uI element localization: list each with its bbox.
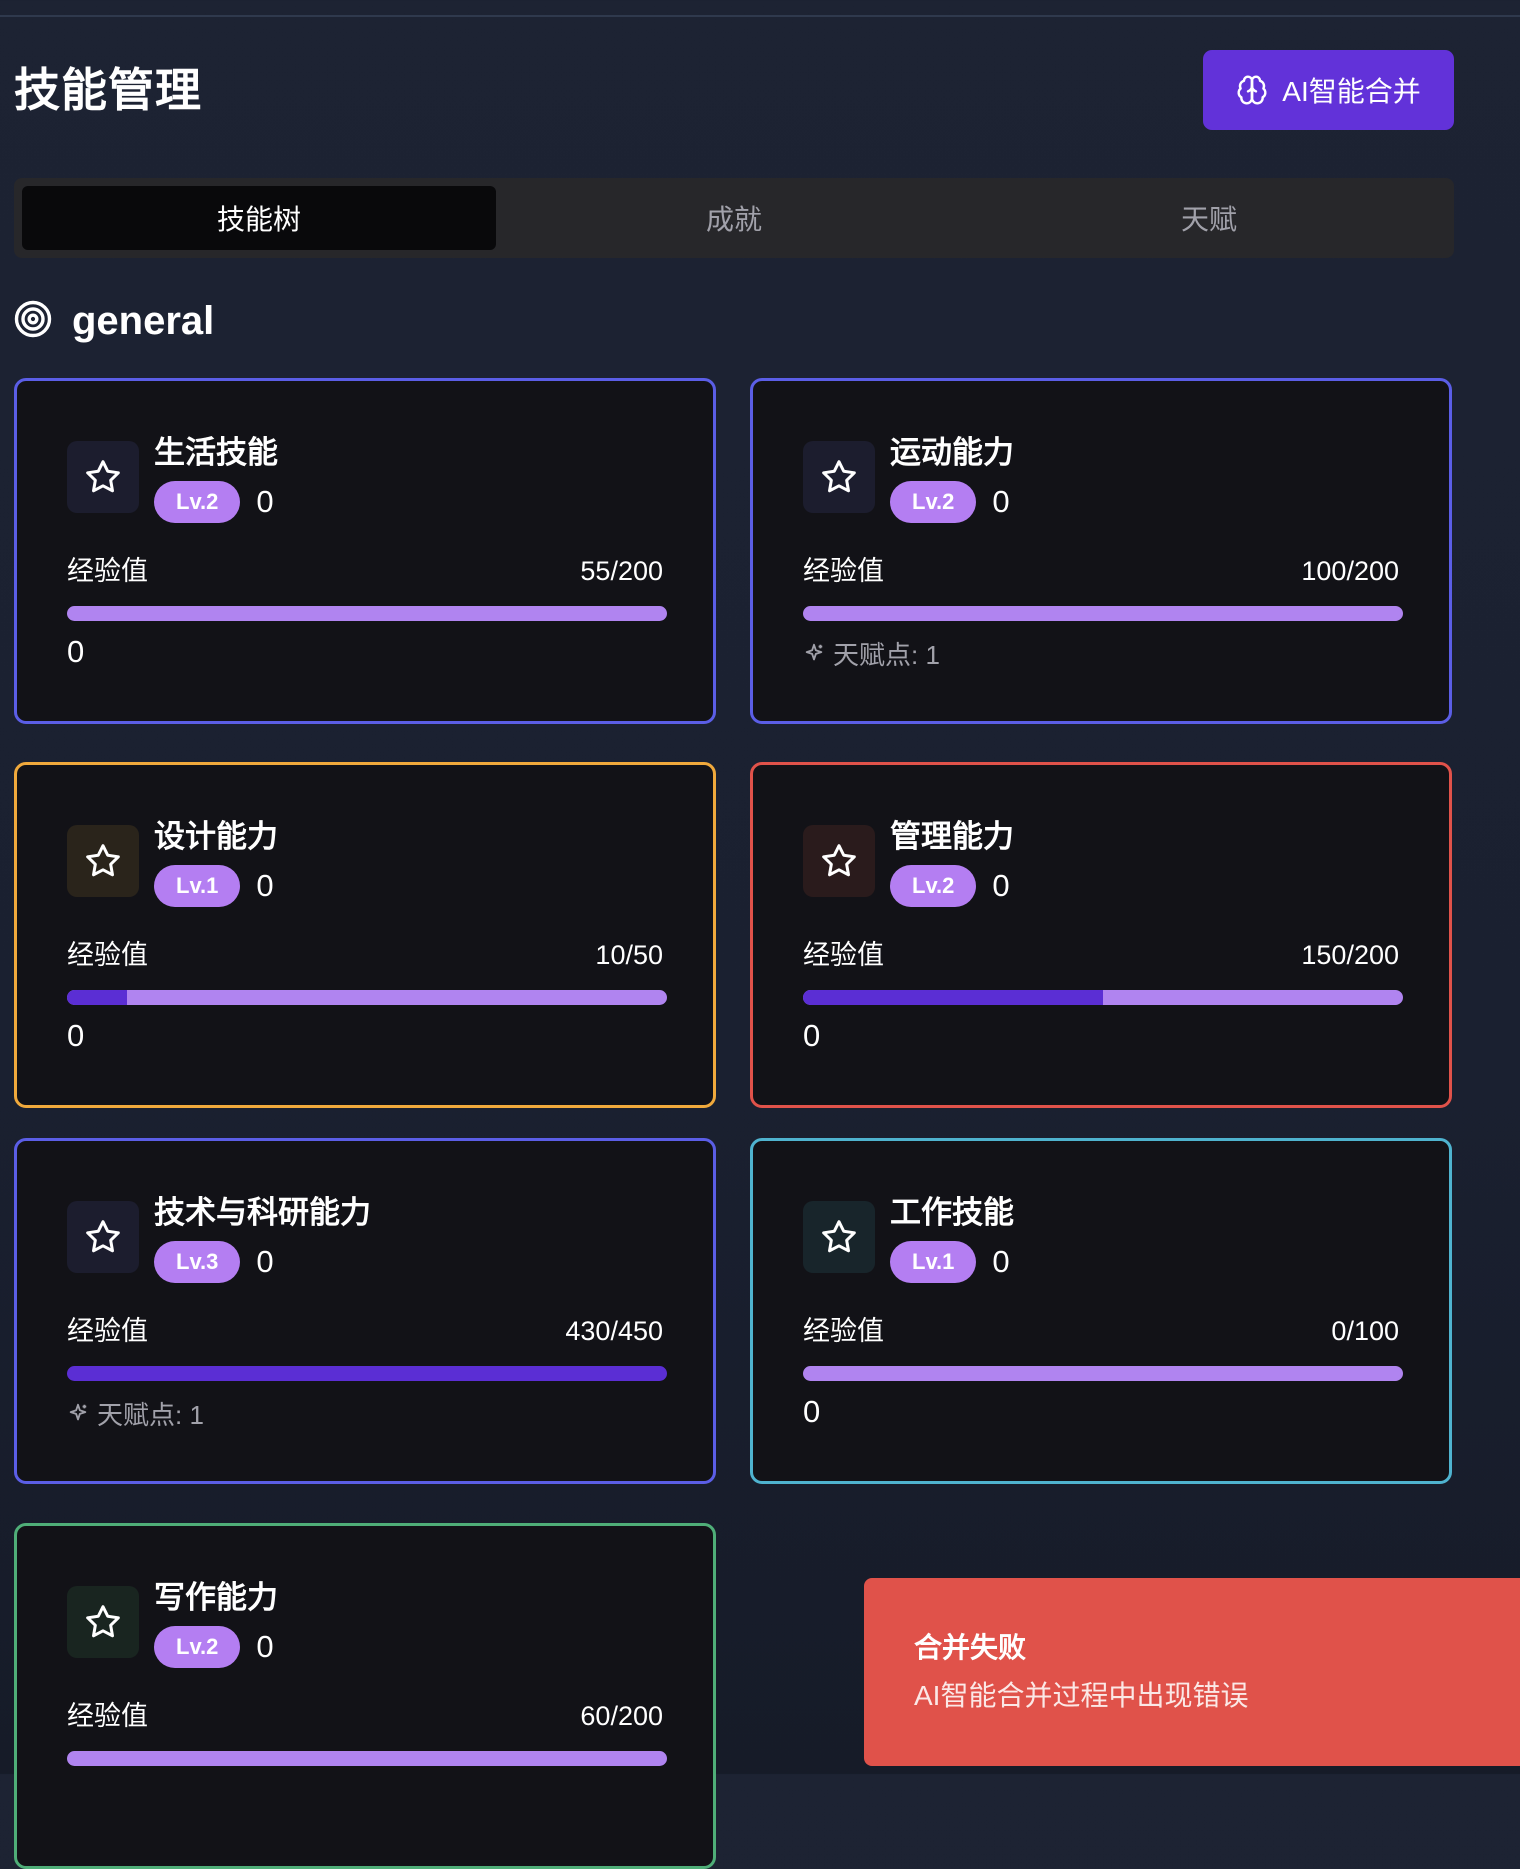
xp-progress-fill: [67, 990, 127, 1005]
skill-card[interactable]: 管理能力 Lv.2 0 经验值 150/200 0: [750, 762, 1452, 1108]
tab-achievements[interactable]: 成就: [497, 186, 971, 250]
level-extra: 0: [256, 1629, 274, 1664]
top-divider: [0, 15, 1520, 17]
star-icon: [803, 1201, 875, 1273]
xp-label: 经验值: [803, 1316, 884, 1346]
section-header: general: [14, 296, 214, 346]
level-badge: Lv.1: [890, 1241, 977, 1283]
xp-progress-bar: [67, 606, 667, 621]
talent-points-label: 天赋点: 1: [97, 1400, 204, 1430]
page-title: 技能管理: [14, 64, 202, 116]
level-row: Lv.2 0: [154, 481, 274, 523]
level-extra: 0: [256, 1244, 274, 1279]
target-icon: [14, 300, 52, 343]
skill-card[interactable]: 设计能力 Lv.1 0 经验值 10/50 0: [14, 762, 716, 1108]
level-badge: Lv.2: [890, 865, 977, 907]
xp-value: 55/200: [580, 556, 663, 586]
skill-name: 管理能力: [890, 819, 1014, 854]
skill-footer-value: 0: [67, 634, 85, 669]
level-badge: Lv.2: [154, 1626, 241, 1668]
sparkle-icon: [67, 1397, 89, 1433]
skill-card[interactable]: 运动能力 Lv.2 0 经验值 100/200 天赋点: 1: [750, 378, 1452, 724]
skill-name: 运动能力: [890, 435, 1014, 470]
xp-label: 经验值: [67, 556, 148, 586]
talent-points-label: 天赋点: 1: [833, 640, 940, 670]
skill-name: 设计能力: [154, 819, 278, 854]
star-icon: [803, 825, 875, 897]
xp-progress-fill: [803, 990, 1103, 1005]
xp-progress-bar: [803, 606, 1403, 621]
level-row: Lv.3 0: [154, 1241, 274, 1283]
skill-name: 技术与科研能力: [154, 1195, 371, 1230]
star-icon: [67, 825, 139, 897]
toast-title: 合并失败: [914, 1632, 1027, 1663]
skill-name: 写作能力: [154, 1580, 278, 1615]
xp-label: 经验值: [67, 1701, 148, 1731]
star-icon: [803, 441, 875, 513]
level-badge: Lv.2: [890, 481, 977, 523]
skill-name: 工作技能: [890, 1195, 1014, 1230]
level-badge: Lv.2: [154, 481, 241, 523]
xp-progress-bar: [67, 1366, 667, 1381]
skill-footer-value: 0: [803, 1018, 821, 1053]
skill-card[interactable]: 写作能力 Lv.2 0 经验值 60/200: [14, 1523, 716, 1869]
skill-footer-value: 0: [67, 1018, 85, 1053]
level-badge: Lv.3: [154, 1241, 241, 1283]
level-extra: 0: [992, 868, 1010, 903]
talent-points: 天赋点: 1: [803, 637, 940, 673]
skill-card[interactable]: 工作技能 Lv.1 0 经验值 0/100 0: [750, 1138, 1452, 1484]
xp-value: 0/100: [1331, 1316, 1399, 1346]
level-badge: Lv.1: [154, 865, 241, 907]
ai-merge-button[interactable]: AI智能合并: [1203, 50, 1454, 130]
error-toast[interactable]: 合并失败 AI智能合并过程中出现错误: [864, 1578, 1520, 1766]
xp-label: 经验值: [67, 940, 148, 970]
toast-message: AI智能合并过程中出现错误: [914, 1680, 1249, 1711]
level-row: Lv.1 0: [154, 865, 274, 907]
star-icon: [67, 1586, 139, 1658]
xp-value: 60/200: [580, 1701, 663, 1731]
xp-progress-fill: [67, 1366, 667, 1381]
level-extra: 0: [256, 484, 274, 519]
xp-value: 150/200: [1301, 940, 1399, 970]
xp-label: 经验值: [67, 1316, 148, 1346]
skill-card[interactable]: 生活技能 Lv.2 0 经验值 55/200 0: [14, 378, 716, 724]
tab-talents[interactable]: 天赋: [972, 186, 1446, 250]
level-extra: 0: [992, 1244, 1010, 1279]
level-row: Lv.2 0: [890, 865, 1010, 907]
xp-value: 100/200: [1301, 556, 1399, 586]
skill-footer-value: 0: [803, 1394, 821, 1429]
star-icon: [67, 441, 139, 513]
skill-card[interactable]: 技术与科研能力 Lv.3 0 经验值 430/450 天赋点: 1: [14, 1138, 716, 1484]
talent-points: 天赋点: 1: [67, 1397, 204, 1433]
level-row: Lv.2 0: [154, 1626, 274, 1668]
level-row: Lv.2 0: [890, 481, 1010, 523]
xp-label: 经验值: [803, 556, 884, 586]
sparkle-icon: [803, 637, 825, 673]
xp-progress-bar: [67, 1751, 667, 1766]
tab-bar: 技能树 成就 天赋: [14, 178, 1454, 258]
level-row: Lv.1 0: [890, 1241, 1010, 1283]
tab-skill-tree[interactable]: 技能树: [22, 186, 496, 250]
skill-name: 生活技能: [154, 435, 278, 470]
section-title: general: [72, 298, 215, 343]
xp-progress-bar: [803, 1366, 1403, 1381]
xp-progress-bar: [67, 990, 667, 1005]
level-extra: 0: [992, 484, 1010, 519]
xp-value: 10/50: [595, 940, 663, 970]
xp-progress-bar: [803, 990, 1403, 1005]
ai-merge-label: AI智能合并: [1282, 76, 1421, 107]
brain-icon: [1236, 74, 1268, 106]
level-extra: 0: [256, 868, 274, 903]
xp-label: 经验值: [803, 940, 884, 970]
star-icon: [67, 1201, 139, 1273]
xp-value: 430/450: [565, 1316, 663, 1346]
